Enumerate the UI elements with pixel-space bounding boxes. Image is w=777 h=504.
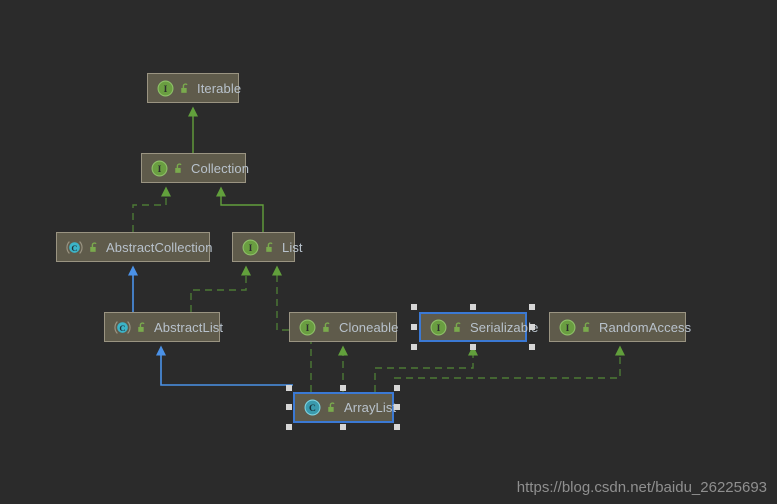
abstract-class-icon: C [66, 240, 83, 254]
node-arraylist[interactable]: C ArrayList [293, 392, 397, 423]
node-label: Iterable [197, 80, 242, 96]
public-lock-icon [583, 321, 590, 332]
node-label: ArrayList [344, 400, 397, 415]
svg-text:I: I [164, 84, 168, 95]
node-abstractlist[interactable]: C AbstractList [104, 312, 224, 342]
selection-handle[interactable] [394, 385, 400, 391]
abstract-class-icon: C [114, 320, 131, 334]
svg-text:I: I [249, 243, 253, 254]
selection-handle[interactable] [470, 344, 476, 350]
svg-text:C: C [309, 403, 316, 414]
uml-diagram-canvas[interactable]: I Iterable I Collection C AbstractCollec… [0, 0, 777, 504]
node-label: RandomAccess [599, 319, 692, 335]
node-randomaccess[interactable]: I RandomAccess [549, 312, 691, 342]
selection-handle[interactable] [286, 424, 292, 430]
public-lock-icon [175, 162, 182, 173]
edge-list-to-collection [216, 186, 264, 232]
selection-handle[interactable] [411, 304, 417, 310]
public-lock-icon [266, 241, 273, 252]
public-lock-icon [454, 321, 461, 332]
selection-handle[interactable] [286, 404, 292, 410]
interface-icon: I [559, 319, 576, 335]
node-label: Collection [191, 160, 250, 176]
class-icon: C [304, 399, 321, 416]
svg-text:I: I [437, 323, 441, 334]
interface-icon: I [151, 160, 168, 176]
selection-handle[interactable] [286, 385, 292, 391]
selection-handle[interactable] [411, 344, 417, 350]
node-label: Cloneable [339, 319, 399, 335]
edge-arraylist-to-abstractlist [156, 345, 293, 386]
edge-arraylist-to-randomaccess [394, 345, 625, 379]
svg-text:I: I [158, 164, 162, 175]
node-collection[interactable]: I Collection [141, 153, 250, 183]
public-lock-icon [90, 241, 97, 252]
node-iterable[interactable]: I Iterable [147, 73, 242, 103]
selection-handle[interactable] [394, 424, 400, 430]
selection-handle[interactable] [394, 404, 400, 410]
node-abstractcollection[interactable]: C AbstractCollection [56, 232, 213, 262]
interface-icon: I [157, 80, 174, 96]
public-lock-icon [181, 82, 188, 93]
node-list[interactable]: I List [232, 232, 303, 262]
selection-handle[interactable] [529, 324, 535, 330]
interface-icon: I [242, 239, 259, 255]
selection-handle[interactable] [340, 385, 346, 391]
public-lock-icon [138, 321, 145, 332]
edge-abstractlist-to-list [190, 265, 251, 312]
node-label: AbstractList [154, 319, 224, 335]
svg-text:C: C [119, 322, 125, 332]
selection-handle[interactable] [411, 324, 417, 330]
selection-handle[interactable] [529, 304, 535, 310]
node-label: AbstractCollection [106, 239, 213, 255]
interface-icon: I [299, 319, 316, 335]
public-lock-icon [323, 321, 330, 332]
svg-text:I: I [306, 323, 310, 334]
node-cloneable[interactable]: I Cloneable [289, 312, 399, 342]
svg-text:I: I [566, 323, 570, 334]
public-lock-icon [328, 402, 335, 412]
interface-icon: I [430, 319, 447, 335]
selection-handle[interactable] [470, 304, 476, 310]
edge-arraylist-to-serializable [374, 345, 478, 392]
selection-handle[interactable] [529, 344, 535, 350]
node-serializable[interactable]: I Serializable [419, 312, 538, 342]
node-label: List [282, 239, 303, 255]
selection-handle[interactable] [340, 424, 346, 430]
svg-text:C: C [71, 242, 77, 252]
edge-abstractcollection-to-collection [132, 186, 171, 232]
watermark-text: https://blog.csdn.net/baidu_26225693 [516, 479, 767, 496]
